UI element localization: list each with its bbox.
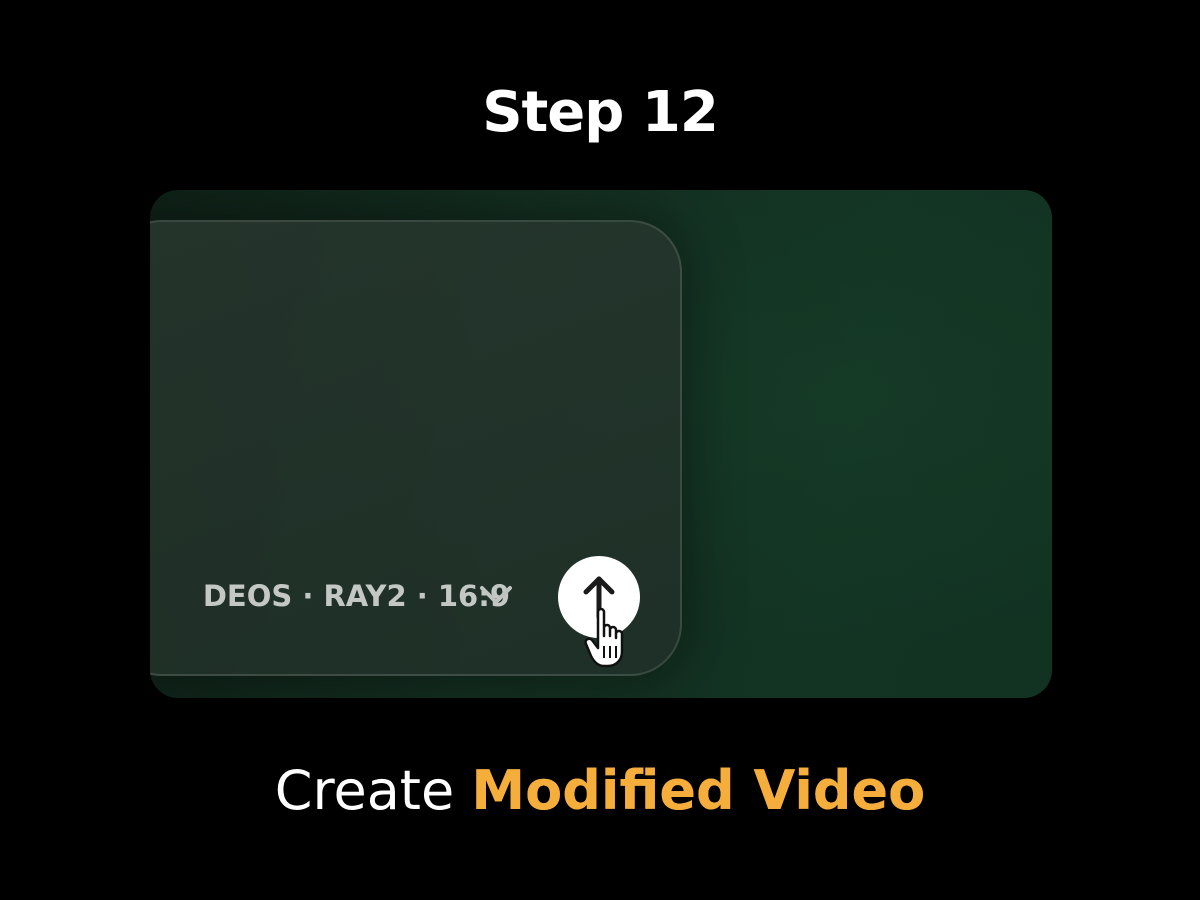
caption-accent: Modified Video	[471, 759, 926, 822]
caption: Create Modified Video	[0, 756, 1200, 826]
hand-pointer-icon	[584, 607, 624, 668]
caption-plain: Create	[274, 759, 455, 822]
chevron-down-icon[interactable]	[476, 578, 516, 612]
options-label: DEOS · RAY2 · 16:9	[202, 579, 510, 613]
step-title: Step 12	[482, 80, 719, 145]
tutorial-slide: Step 12 DEOS · RAY2 · 16:9 Create Modifi…	[0, 0, 1200, 900]
